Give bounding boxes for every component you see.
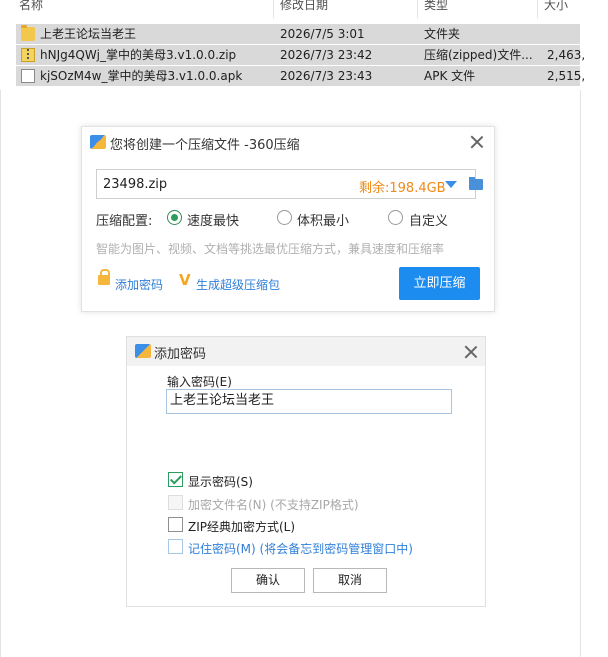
column-size[interactable]: 大小 xyxy=(544,0,568,11)
add-password-link[interactable]: 添加密码 xyxy=(115,276,163,293)
add-password-dialog: 添加密码 输入密码(E) 上老王论坛当老王 显示密码(S) 加密文件名(N) (… xyxy=(126,336,486,607)
password-dialog-titlebar: 添加密码 xyxy=(127,337,485,366)
show-password-checkbox[interactable] xyxy=(168,472,183,487)
file-row-folder[interactable]: 上老王论坛当老王 2026/7/5 3:01 文件夹 xyxy=(16,24,580,44)
folder-icon xyxy=(21,25,35,41)
compress-dialog-titlebar: 您将创建一个压缩文件 -360压缩 xyxy=(82,127,494,157)
close-icon[interactable] xyxy=(469,134,485,150)
column-divider xyxy=(273,0,274,18)
file-date: 2026/7/5 3:01 xyxy=(280,27,365,41)
file-size: 2,515, xyxy=(547,69,586,83)
zip-classic-encryption-label[interactable]: ZIP经典加密方式(L) xyxy=(188,518,295,535)
radio-custom-label[interactable]: 自定义 xyxy=(409,210,448,229)
file-name: kjSOzM4w_掌中的美母3.v1.0.0.apk xyxy=(40,69,243,83)
browse-folder-icon[interactable] xyxy=(469,177,483,190)
remember-password-checkbox[interactable] xyxy=(168,539,183,554)
window-edge xyxy=(580,90,581,657)
apk-file-icon xyxy=(21,69,35,83)
compress-now-button[interactable]: 立即压缩 xyxy=(399,267,480,300)
360zip-app-icon xyxy=(90,135,106,149)
column-type[interactable]: 类型 xyxy=(424,0,448,11)
file-type: APK 文件 xyxy=(424,69,476,83)
file-name: hNJg4QWj_掌中的美母3.v1.0.0.zip xyxy=(40,48,237,62)
radio-smallest-label[interactable]: 体积最小 xyxy=(297,210,349,229)
file-row-zip[interactable]: hNJg4QWj_掌中的美母3.v1.0.0.zip 2026/7/3 23:4… xyxy=(16,45,585,65)
cancel-button[interactable]: 取消 xyxy=(313,568,387,593)
file-name: 上老王论坛当老王 xyxy=(40,27,137,41)
encrypt-filenames-checkbox[interactable] xyxy=(168,495,183,510)
column-name[interactable]: 名称 xyxy=(19,0,43,11)
archive-path-field[interactable]: 23498.zip 剩余:198.4GB xyxy=(96,169,483,199)
archive-filename: 23498.zip xyxy=(103,177,168,192)
360zip-app-icon xyxy=(135,344,151,358)
password-input-label: 输入密码(E) xyxy=(167,375,232,389)
file-date: 2026/7/3 23:42 xyxy=(280,48,373,62)
file-size: 2,463, xyxy=(547,48,586,62)
show-password-label[interactable]: 显示密码(S) xyxy=(188,473,253,490)
radio-custom[interactable] xyxy=(388,210,403,225)
compress-dialog: 您将创建一个压缩文件 -360压缩 23498.zip 剩余:198.4GB 压… xyxy=(81,126,495,312)
file-row-apk[interactable]: kjSOzM4w_掌中的美母3.v1.0.0.apk 2026/7/3 23:4… xyxy=(16,66,585,86)
column-divider xyxy=(537,0,538,18)
radio-fastest[interactable] xyxy=(167,210,182,225)
compress-hint: 智能为图片、视频、文档等挑选最优压缩方式，兼具速度和压缩率 xyxy=(96,242,445,256)
close-icon[interactable] xyxy=(463,344,479,360)
column-divider xyxy=(417,0,418,18)
super-pack-icon: V xyxy=(179,271,191,289)
remember-password-label[interactable]: 记住密码(M) (将会备忘到密码管理窗口中) xyxy=(188,540,413,557)
chevron-down-icon[interactable] xyxy=(445,181,457,188)
zip-file-icon xyxy=(21,48,35,62)
lock-icon xyxy=(98,269,110,285)
compress-config-label: 压缩配置: xyxy=(96,214,153,229)
file-type: 压缩(zipped)文件... xyxy=(424,48,533,62)
ok-button[interactable]: 确认 xyxy=(231,568,305,593)
column-header: 名称 修改日期 类型 大小 xyxy=(0,0,608,18)
column-date[interactable]: 修改日期 xyxy=(280,0,328,11)
password-dialog-title: 添加密码 xyxy=(154,347,207,362)
super-pack-link[interactable]: 生成超级压缩包 xyxy=(196,276,280,293)
password-input[interactable]: 上老王论坛当老王 xyxy=(166,389,452,414)
compress-dialog-title: 您将创建一个压缩文件 -360压缩 xyxy=(110,138,300,153)
remaining-space: 剩余:198.4GB xyxy=(359,181,446,196)
file-type: 文件夹 xyxy=(424,27,461,41)
zip-classic-encryption-checkbox[interactable] xyxy=(168,517,183,532)
radio-smallest[interactable] xyxy=(277,210,292,225)
window-edge xyxy=(0,90,1,657)
encrypt-filenames-label: 加密文件名(N) (不支持ZIP格式) xyxy=(188,498,359,512)
radio-fastest-label[interactable]: 速度最快 xyxy=(187,210,239,229)
file-date: 2026/7/3 23:43 xyxy=(280,69,373,83)
